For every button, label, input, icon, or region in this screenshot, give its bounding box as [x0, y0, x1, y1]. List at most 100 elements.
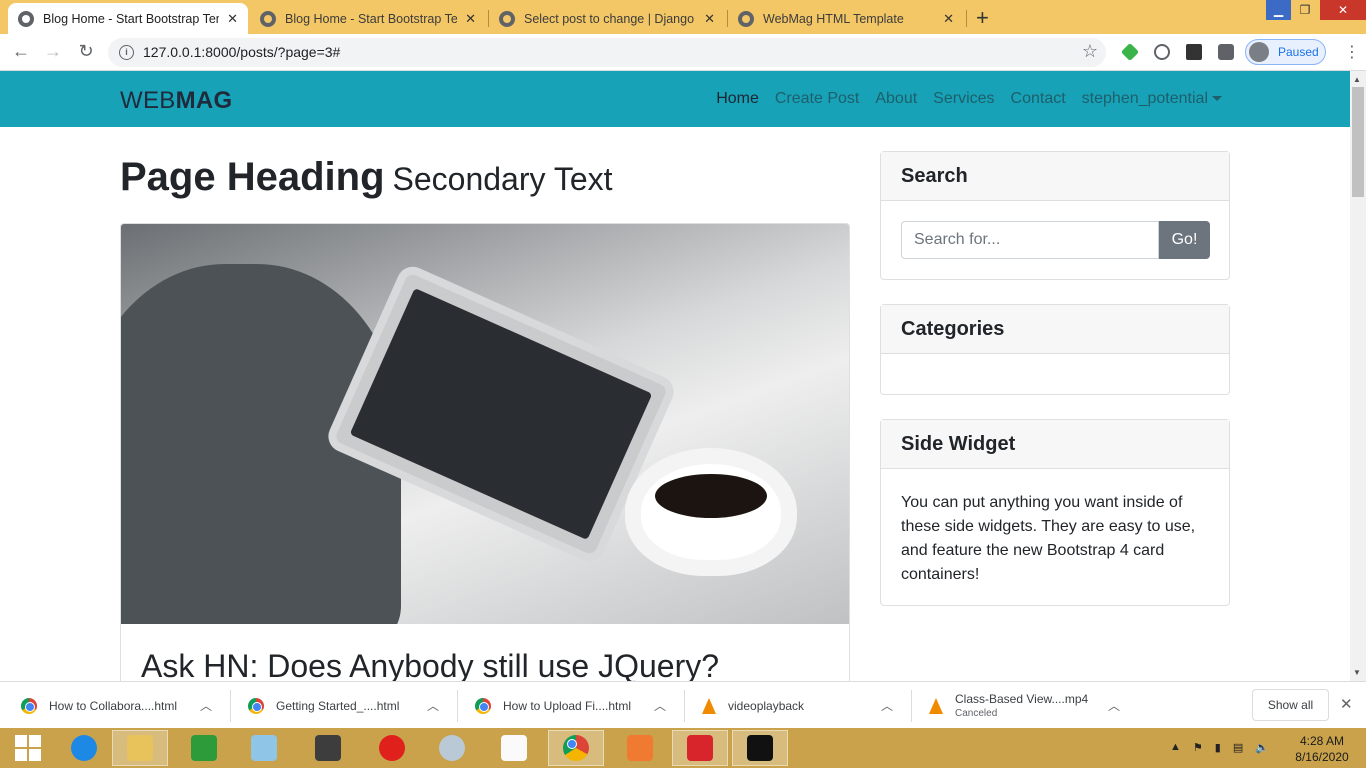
user-name: stephen_potential [1081, 90, 1208, 107]
tab-title: Blog Home - Start Bootstrap Tem [43, 11, 220, 26]
nav-contact[interactable]: Contact [1011, 90, 1066, 108]
new-tab-button[interactable]: + [976, 5, 989, 31]
chevron-up-icon[interactable]: ︿ [881, 697, 893, 714]
extension-green-icon[interactable] [1120, 42, 1140, 62]
start-icon [15, 735, 41, 761]
nav-home[interactable]: Home [716, 90, 759, 108]
post-title[interactable]: Ask HN: Does Anybody still use JQuery? [141, 648, 719, 681]
page-subheading: Secondary Text [392, 161, 613, 197]
bookmark-star-icon[interactable]: ☆ [1082, 41, 1098, 62]
caret-down-icon [1212, 96, 1222, 102]
chrome-icon [475, 697, 491, 714]
download-info: Class-Based View....mp4 Canceled [955, 692, 1088, 719]
action-center-flag-icon[interactable]: ⚑ [1193, 741, 1203, 754]
extension-cube-icon[interactable] [1186, 44, 1202, 60]
taskbar-paint[interactable] [424, 730, 480, 766]
restore-icon[interactable]: ❐ [1292, 0, 1318, 20]
categories-widget: Categories [880, 304, 1230, 395]
extension-target-icon[interactable] [1154, 44, 1170, 60]
taskbar-chrome[interactable] [548, 730, 604, 766]
page-scrollbar[interactable]: ▲ ▼ [1350, 71, 1366, 681]
download-divider [457, 690, 458, 722]
browser-tab-1[interactable]: Blog Home - Start Bootstrap Tem ✕ [8, 3, 248, 34]
taskbar-clock[interactable]: 4:28 AM 8/16/2020 [1292, 733, 1352, 765]
window-close-icon[interactable]: ✕ [1320, 0, 1366, 20]
url-text[interactable]: 127.0.0.1:8000/posts/?page=3# [143, 44, 340, 60]
back-arrow-icon[interactable]: ← [9, 41, 33, 62]
download-divider [230, 690, 231, 722]
nav-services[interactable]: Services [933, 90, 994, 108]
scrollbar-thumb[interactable] [1352, 87, 1364, 197]
taskbar-explorer[interactable] [112, 730, 168, 766]
taskbar-cmd[interactable] [732, 730, 788, 766]
chevron-up-icon[interactable]: ︿ [1108, 697, 1120, 714]
close-tab-icon[interactable]: ✕ [465, 11, 476, 27]
image-coffee-cup [641, 464, 781, 560]
taskbar-ie[interactable] [56, 730, 112, 766]
start-button[interactable] [0, 730, 56, 766]
download-name: How to Collabora....html [49, 698, 178, 713]
notepad-icon [251, 735, 277, 761]
download-item[interactable]: How to Upload Fi....html ︿ [475, 682, 683, 729]
globe-icon [738, 10, 754, 27]
search-go-button[interactable]: Go! [1159, 221, 1210, 259]
tray-expand-icon[interactable]: ▲ [1170, 741, 1181, 754]
browser-tab-2[interactable]: Blog Home - Start Bootstrap Tem ✕ [250, 3, 486, 34]
taskbar-opera[interactable] [364, 730, 420, 766]
scroll-up-icon[interactable]: ▲ [1353, 75, 1361, 84]
download-item[interactable]: How to Collabora....html ︿ [21, 682, 229, 729]
profile-button[interactable]: Paused [1245, 39, 1326, 65]
blank-doc-icon [501, 735, 527, 761]
ie-icon [71, 735, 97, 761]
chevron-up-icon[interactable]: ︿ [200, 697, 212, 714]
show-all-button[interactable]: Show all [1252, 689, 1329, 721]
menu-kebab-icon[interactable]: ⋮ [1344, 42, 1360, 62]
site-brand[interactable]: WEBMAG [120, 87, 232, 115]
taskbar-mail[interactable] [672, 730, 728, 766]
taskbar-xampp[interactable] [612, 730, 668, 766]
taskbar-document[interactable] [486, 730, 542, 766]
chevron-up-icon[interactable]: ︿ [427, 697, 439, 714]
close-downloads-icon[interactable]: ✕ [1340, 695, 1353, 713]
brand-light: WEB [120, 87, 176, 114]
reload-icon[interactable]: ↻ [74, 41, 98, 62]
close-tab-icon[interactable]: ✕ [704, 11, 715, 27]
file-explorer-icon [127, 735, 153, 761]
nav-user-dropdown[interactable]: stephen_potential [1082, 90, 1222, 108]
battery-icon[interactable]: ▮ [1215, 741, 1221, 754]
address-bar[interactable]: i 127.0.0.1:8000/posts/?page=3# ☆ [108, 38, 1106, 67]
site-navbar: WEBMAG Home Create Post About Services C… [0, 71, 1350, 127]
taskbar-notepad[interactable] [236, 730, 292, 766]
post-image [121, 224, 849, 624]
browser-tab-3[interactable]: Select post to change | Django si ✕ [489, 3, 725, 34]
download-name: Getting Started_....html [276, 698, 400, 713]
download-item[interactable]: Getting Started_....html ︿ [248, 682, 456, 729]
network-icon[interactable]: ▤ [1233, 741, 1243, 754]
forward-arrow-icon[interactable]: → [41, 41, 65, 62]
clock-time: 4:28 AM [1299, 734, 1345, 748]
close-tab-icon[interactable]: ✕ [943, 11, 954, 27]
tab-divider [966, 10, 967, 27]
scroll-down-icon[interactable]: ▼ [1353, 668, 1361, 677]
volume-icon[interactable]: 🔈 [1255, 741, 1269, 754]
taskbar-sublime[interactable] [300, 730, 356, 766]
taskbar-store[interactable] [176, 730, 232, 766]
info-icon[interactable]: i [119, 45, 134, 60]
chevron-up-icon[interactable]: ︿ [654, 697, 666, 714]
nav-about[interactable]: About [875, 90, 917, 108]
download-divider [911, 690, 912, 722]
download-item[interactable]: videoplayback ︿ [702, 682, 910, 729]
system-tray: ▲ ⚑ ▮ ▤ 🔈 [1170, 741, 1269, 754]
download-item[interactable]: Class-Based View....mp4 Canceled ︿ [929, 682, 1137, 729]
minimize-icon[interactable]: ▁ [1266, 0, 1291, 20]
extensions-puzzle-icon[interactable] [1218, 44, 1234, 60]
nav-create-post[interactable]: Create Post [775, 90, 859, 108]
tab-title: Select post to change | Django si [524, 11, 697, 26]
close-tab-icon[interactable]: ✕ [227, 11, 238, 27]
search-input[interactable] [901, 221, 1159, 259]
browser-tab-4[interactable]: WebMag HTML Template ✕ [728, 3, 964, 34]
avatar [1249, 42, 1269, 62]
download-name: Class-Based View....mp4 [955, 692, 1089, 706]
store-icon [191, 735, 217, 761]
download-name: How to Upload Fi....html [503, 698, 632, 713]
